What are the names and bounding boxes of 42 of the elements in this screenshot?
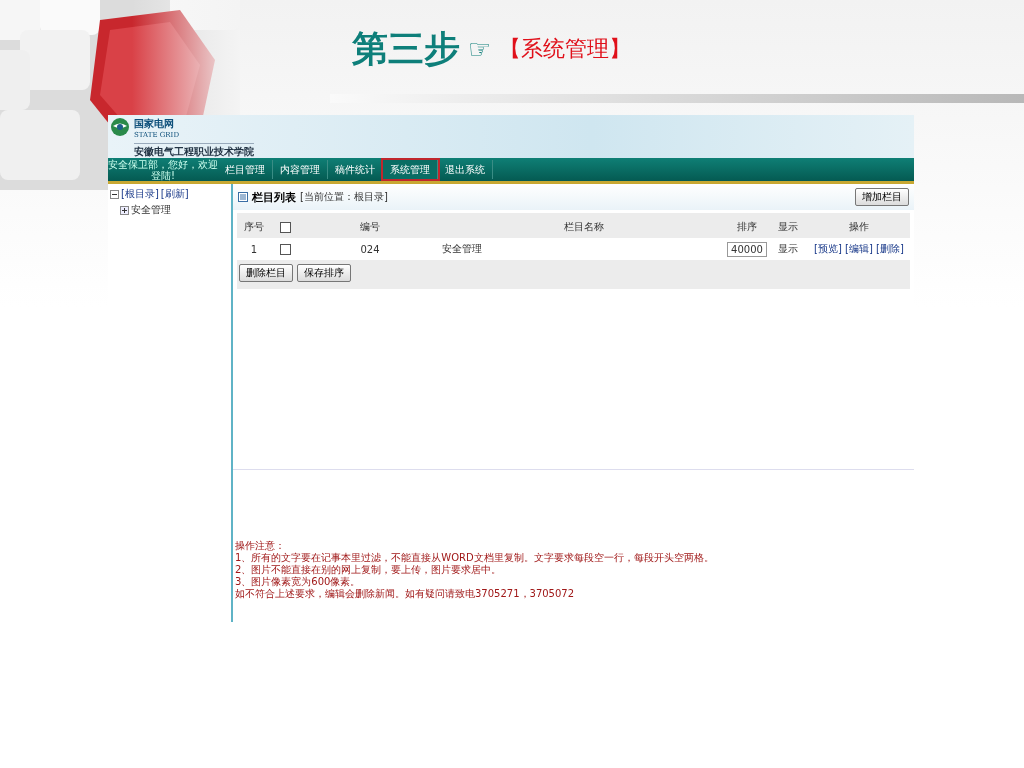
action-link[interactable]: [删除]: [876, 243, 904, 254]
pointing-hand-glyph: ☞: [468, 34, 492, 64]
location-text: [当前位置：根目录]: [300, 190, 388, 204]
tree-toggle-icon[interactable]: [120, 205, 129, 215]
table-cell: 024: [360, 243, 380, 255]
tree-item[interactable]: 安全管理: [131, 203, 171, 217]
table-cell: 显示: [778, 243, 798, 254]
note-line: 如不符合上述要求，编辑会删除新闻。如有疑问请致电3705271，3705072: [235, 588, 576, 600]
tree-toggle-icon[interactable]: [110, 189, 119, 199]
action-button[interactable]: 删除栏目: [239, 264, 293, 282]
column-header: 序号: [244, 221, 264, 232]
panel-title: 栏目列表: [252, 189, 296, 205]
column-header: 排序: [737, 221, 757, 232]
note-line: 2、图片不能直接在别的网上复制，要上传，图片要求居中。: [235, 564, 503, 576]
action-link[interactable]: [预览]: [814, 243, 842, 254]
action-button[interactable]: 保存排序: [297, 264, 351, 282]
table-cell: 1: [250, 243, 258, 255]
select-all-checkbox[interactable]: [279, 221, 291, 233]
tree-root-link[interactable]: [根目录]: [121, 187, 159, 201]
nav-tab[interactable]: 内容管理: [273, 160, 328, 179]
column-header: 显示: [778, 221, 798, 232]
column-header: 栏目名称: [563, 221, 604, 232]
slide-subtitle: 【系统管理】: [499, 35, 632, 63]
slide-title: 第三步: [352, 25, 460, 71]
nav-tab[interactable]: 系统管理: [383, 160, 438, 179]
column-header: 编号: [360, 221, 380, 232]
column-header: 操作: [849, 221, 869, 232]
table-cell: 安全管理: [442, 243, 482, 254]
list-icon: [238, 192, 248, 202]
refresh-link[interactable]: [刷新]: [160, 187, 189, 201]
globe-logo-icon: [110, 117, 130, 137]
row-checkbox[interactable]: [279, 243, 291, 255]
greeting-text: 安全保卫部，您好，欢迎登陆!: [108, 158, 218, 181]
nav-tab[interactable]: 栏目管理: [218, 160, 273, 179]
note-line: 3、图片像素宽为600像素。: [235, 576, 362, 588]
action-link[interactable]: [编辑]: [845, 243, 873, 254]
note-line: 1、所有的文字要在记事本里过滤，不能直接从WORD文档里复制。文字要求每段空一行，每段开头空两格。: [235, 552, 715, 564]
order-field[interactable]: 40000: [727, 241, 767, 257]
add-column-button[interactable]: 增加栏目: [855, 188, 909, 206]
logo-text: 国家电网: [134, 117, 175, 131]
nav-tab[interactable]: 退出系统: [438, 160, 493, 179]
notes-title: 操作注意：: [235, 540, 286, 552]
